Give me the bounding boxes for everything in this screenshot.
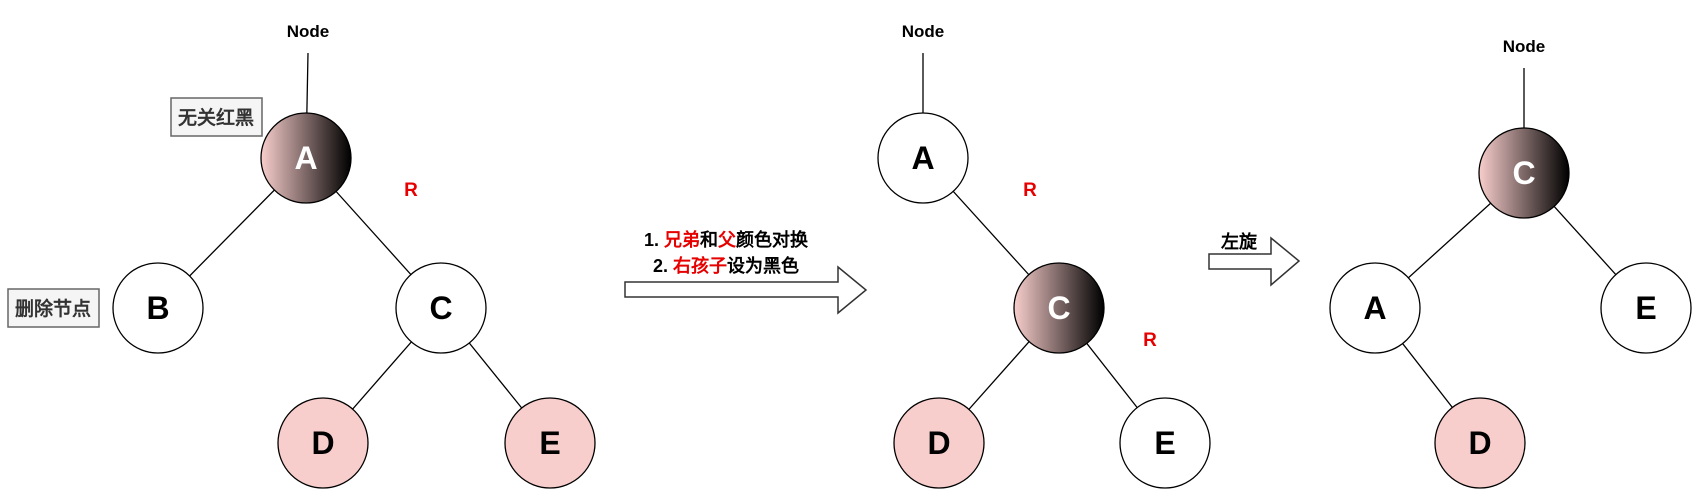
node-label: C — [1512, 155, 1535, 191]
edge-label-red: R — [404, 180, 418, 201]
tree-node-a: A — [260, 112, 352, 204]
node-label: A — [294, 140, 317, 176]
tree-node-a: A — [1329, 262, 1421, 354]
node-label: E — [1154, 425, 1175, 461]
tag-text: 无关红黑 — [178, 106, 254, 129]
root-label: Node — [1503, 37, 1546, 56]
tree-node-e: E — [504, 397, 596, 489]
step1-line1: 1. 兄弟和父颜色对换 — [644, 229, 809, 250]
root-label: Node — [287, 22, 330, 41]
node-label: B — [146, 290, 169, 326]
tree-node-e: E — [1600, 262, 1692, 354]
node-label: E — [1635, 290, 1656, 326]
tree-node-d: D — [893, 397, 985, 489]
tree-node-c: C — [395, 262, 487, 354]
tag-unrelated-color: 无关红黑 — [170, 97, 263, 137]
step2-label: 左旋 — [1221, 231, 1258, 252]
node-label: A — [1363, 290, 1386, 326]
node-label: D — [1468, 425, 1491, 461]
tree-node-e: E — [1119, 397, 1211, 489]
tree-node-d: D — [1434, 397, 1526, 489]
tag-text: 删除节点 — [15, 297, 91, 320]
tree-node-c: C — [1013, 262, 1105, 354]
node-label: C — [1047, 290, 1070, 326]
step1-line2: 2. 右孩子设为黑色 — [653, 255, 799, 276]
red-black-tree-diagram: AB CD EACD ECA ED 无关红黑 删除节点 R R R Node Node … — [7, 22, 1692, 489]
tree-node-b: B — [112, 262, 204, 354]
edge-label-red: R — [1023, 180, 1037, 201]
node-label: E — [539, 425, 560, 461]
tree-node-a: A — [877, 112, 969, 204]
node-label: C — [429, 290, 452, 326]
node-label: A — [911, 140, 934, 176]
node-label: D — [311, 425, 334, 461]
tree-node-d: D — [277, 397, 369, 489]
root-label: Node — [902, 22, 945, 41]
node-label: D — [927, 425, 950, 461]
tag-deleted-node: 删除节点 — [7, 288, 100, 328]
tree-node-c: C — [1478, 127, 1570, 219]
edge-label-red: R — [1143, 330, 1157, 351]
